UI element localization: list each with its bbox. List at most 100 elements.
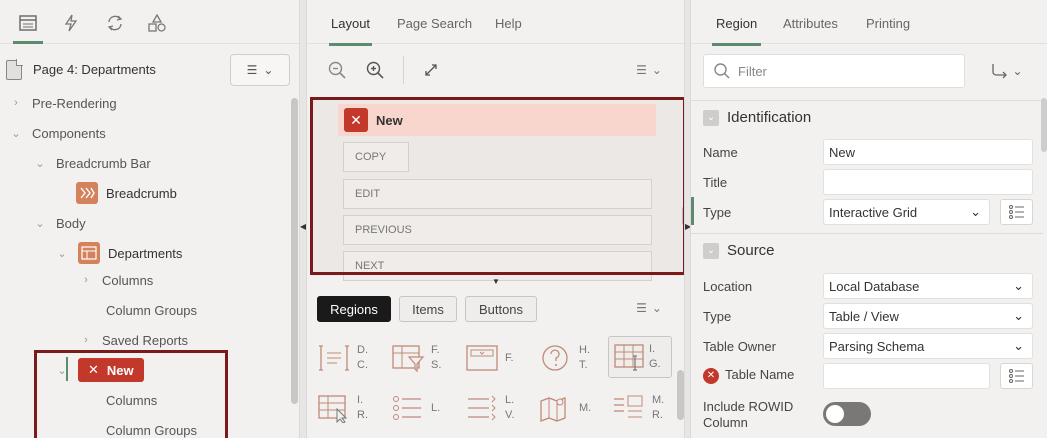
tree-menu-button[interactable]: ☰ ⌄ bbox=[230, 54, 290, 86]
gallery-item-dynamic-content[interactable]: D. C. bbox=[317, 338, 377, 378]
gallery-item-label: L. bbox=[505, 394, 515, 406]
dynamic-actions-icon[interactable] bbox=[58, 10, 84, 36]
chevron-down-icon: ⌄ bbox=[651, 301, 662, 315]
faceted-search-icon bbox=[392, 345, 425, 373]
property-filter[interactable] bbox=[703, 54, 965, 88]
list-view-icon bbox=[468, 395, 496, 421]
source-type-select[interactable]: Table / View ⌄ bbox=[823, 303, 1033, 329]
chevron-down-icon[interactable]: ⌄ bbox=[34, 157, 46, 170]
chevron-down-icon: ⌄ bbox=[970, 204, 981, 219]
gallery-item-master-detail[interactable]: M. R. bbox=[612, 388, 672, 428]
gallery-item-label: R. bbox=[357, 409, 368, 421]
callout-highlight-tree bbox=[34, 350, 228, 438]
tree-node-pre-rendering[interactable]: › Pre-Rendering bbox=[10, 88, 117, 118]
name-field[interactable]: New bbox=[823, 139, 1033, 165]
prop-label: Column bbox=[703, 415, 748, 430]
tab-items[interactable]: Items bbox=[399, 296, 457, 322]
menu-lines-icon: ☰ bbox=[636, 301, 647, 315]
tree-node-columns[interactable]: › Columns bbox=[80, 265, 153, 295]
tab-attributes[interactable]: Attributes bbox=[783, 16, 838, 31]
property-scrollbar[interactable] bbox=[1041, 98, 1047, 152]
tree-node-label: Pre-Rendering bbox=[32, 95, 117, 111]
section-title: Source bbox=[727, 242, 775, 259]
chevron-right-icon[interactable]: › bbox=[80, 274, 92, 286]
tree-node-label: Components bbox=[32, 125, 106, 141]
go-to-group-button[interactable]: ⌄ bbox=[987, 58, 1027, 84]
prop-row-table-name: ✕ Table Name bbox=[691, 361, 1043, 391]
tab-layout[interactable]: Layout bbox=[328, 16, 373, 46]
expand-icon[interactable] bbox=[419, 58, 443, 82]
chevron-down-icon[interactable]: ⌄ bbox=[10, 127, 22, 140]
location-select[interactable]: Local Database ⌄ bbox=[823, 273, 1033, 299]
tab-region[interactable]: Region bbox=[711, 16, 762, 46]
gallery-item-interactive-report[interactable]: I. R. bbox=[317, 388, 377, 428]
gallery-item-label: I. bbox=[357, 394, 364, 406]
chevron-down-icon[interactable]: ⌄ bbox=[34, 217, 46, 230]
breadcrumb-icon bbox=[76, 182, 98, 204]
gallery-item-form[interactable]: F. bbox=[465, 338, 525, 378]
tree-scrollbar[interactable] bbox=[291, 98, 298, 404]
list-of-values-button[interactable] bbox=[1000, 199, 1033, 225]
title-field[interactable] bbox=[823, 169, 1033, 195]
gallery-item-interactive-grid[interactable]: I. G. bbox=[608, 336, 672, 378]
tab-printing[interactable]: Printing bbox=[866, 16, 910, 31]
gallery-scrollbar[interactable] bbox=[677, 370, 684, 420]
zoom-in-icon[interactable] bbox=[363, 58, 387, 82]
tree-node-label: Column Groups bbox=[106, 302, 198, 318]
chevron-right-icon[interactable]: › bbox=[80, 334, 92, 346]
select-value: Interactive Grid bbox=[829, 204, 918, 220]
layout-panel: Layout Page Search Help ☰ ⌄ ✕ New COPY ED… bbox=[306, 0, 685, 438]
select-value: Table / View bbox=[829, 308, 899, 324]
chevron-down-icon[interactable]: ⌄ bbox=[56, 247, 68, 260]
menu-lines-icon: ☰ bbox=[636, 63, 647, 77]
tree-node-body[interactable]: ⌄ Body bbox=[34, 208, 85, 238]
rendering-icon[interactable] bbox=[13, 10, 43, 44]
tree-node-components[interactable]: ⌄ Components bbox=[10, 118, 106, 148]
interactive-report-icon bbox=[318, 395, 348, 423]
gallery-item-faceted-search[interactable]: F. S. bbox=[391, 338, 451, 378]
menu-lines-icon: ☰ bbox=[246, 63, 258, 77]
layout-menu-button[interactable]: ☰ ⌄ bbox=[631, 58, 667, 82]
table-name-field[interactable] bbox=[823, 363, 990, 389]
tab-help[interactable]: Help bbox=[495, 16, 522, 31]
type-select[interactable]: Interactive Grid ⌄ bbox=[823, 199, 990, 225]
tree-node-breadcrumb[interactable]: Breadcrumb bbox=[76, 178, 177, 208]
zoom-out-icon[interactable] bbox=[325, 58, 349, 82]
section-identification[interactable]: ⌄ Identification bbox=[691, 100, 1043, 134]
gallery-item-label: D. bbox=[357, 344, 368, 356]
tree-node-breadcrumb-bar[interactable]: ⌄ Breadcrumb Bar bbox=[34, 148, 150, 178]
table-owner-select[interactable]: Parsing Schema ⌄ bbox=[823, 333, 1033, 359]
gallery-item-label: G. bbox=[649, 358, 661, 370]
tree-node-column-groups[interactable]: Column Groups bbox=[106, 295, 197, 325]
include-rowid-toggle[interactable] bbox=[823, 402, 871, 426]
table-name-lov-button[interactable] bbox=[1000, 363, 1033, 389]
collapse-toggle-icon[interactable]: ⌄ bbox=[703, 242, 719, 259]
gallery-item-label: I. bbox=[649, 343, 656, 355]
prop-row-title: Title bbox=[691, 167, 1043, 197]
processing-icon[interactable] bbox=[102, 10, 128, 36]
gallery-item-map[interactable]: M. bbox=[539, 388, 599, 428]
collapse-bottom-icon[interactable]: ▼ bbox=[492, 277, 500, 286]
section-source[interactable]: ⌄ Source bbox=[691, 233, 1043, 267]
tree-node-departments[interactable]: ⌄ Departments bbox=[56, 238, 182, 268]
form-icon bbox=[466, 345, 498, 371]
tab-regions[interactable]: Regions bbox=[317, 296, 391, 322]
collapse-toggle-icon[interactable]: ⌄ bbox=[703, 109, 719, 126]
select-value: Local Database bbox=[829, 278, 920, 294]
gallery-item-help-text[interactable]: H. T. bbox=[539, 338, 599, 378]
gallery-item-label: C. bbox=[357, 359, 368, 371]
tab-page-search[interactable]: Page Search bbox=[397, 16, 472, 31]
master-detail-icon bbox=[614, 395, 643, 418]
gallery-item-list[interactable]: L. bbox=[391, 388, 451, 428]
gallery-item-label: M. bbox=[652, 394, 665, 406]
gallery-menu-button[interactable]: ☰ ⌄ bbox=[631, 296, 667, 320]
tab-buttons[interactable]: Buttons bbox=[465, 296, 537, 322]
shared-components-icon[interactable] bbox=[144, 10, 170, 36]
gallery-item-list-view[interactable]: L. V. bbox=[465, 388, 525, 428]
filter-input[interactable] bbox=[738, 63, 938, 79]
gallery-tabs: Regions Items Buttons ☰ ⌄ bbox=[307, 294, 684, 324]
prop-row-type: Type Interactive Grid ⌄ bbox=[691, 197, 1043, 227]
property-tabs: Region Attributes Printing bbox=[691, 0, 1047, 46]
prop-label: Name bbox=[703, 145, 738, 160]
chevron-right-icon[interactable]: › bbox=[10, 97, 22, 109]
